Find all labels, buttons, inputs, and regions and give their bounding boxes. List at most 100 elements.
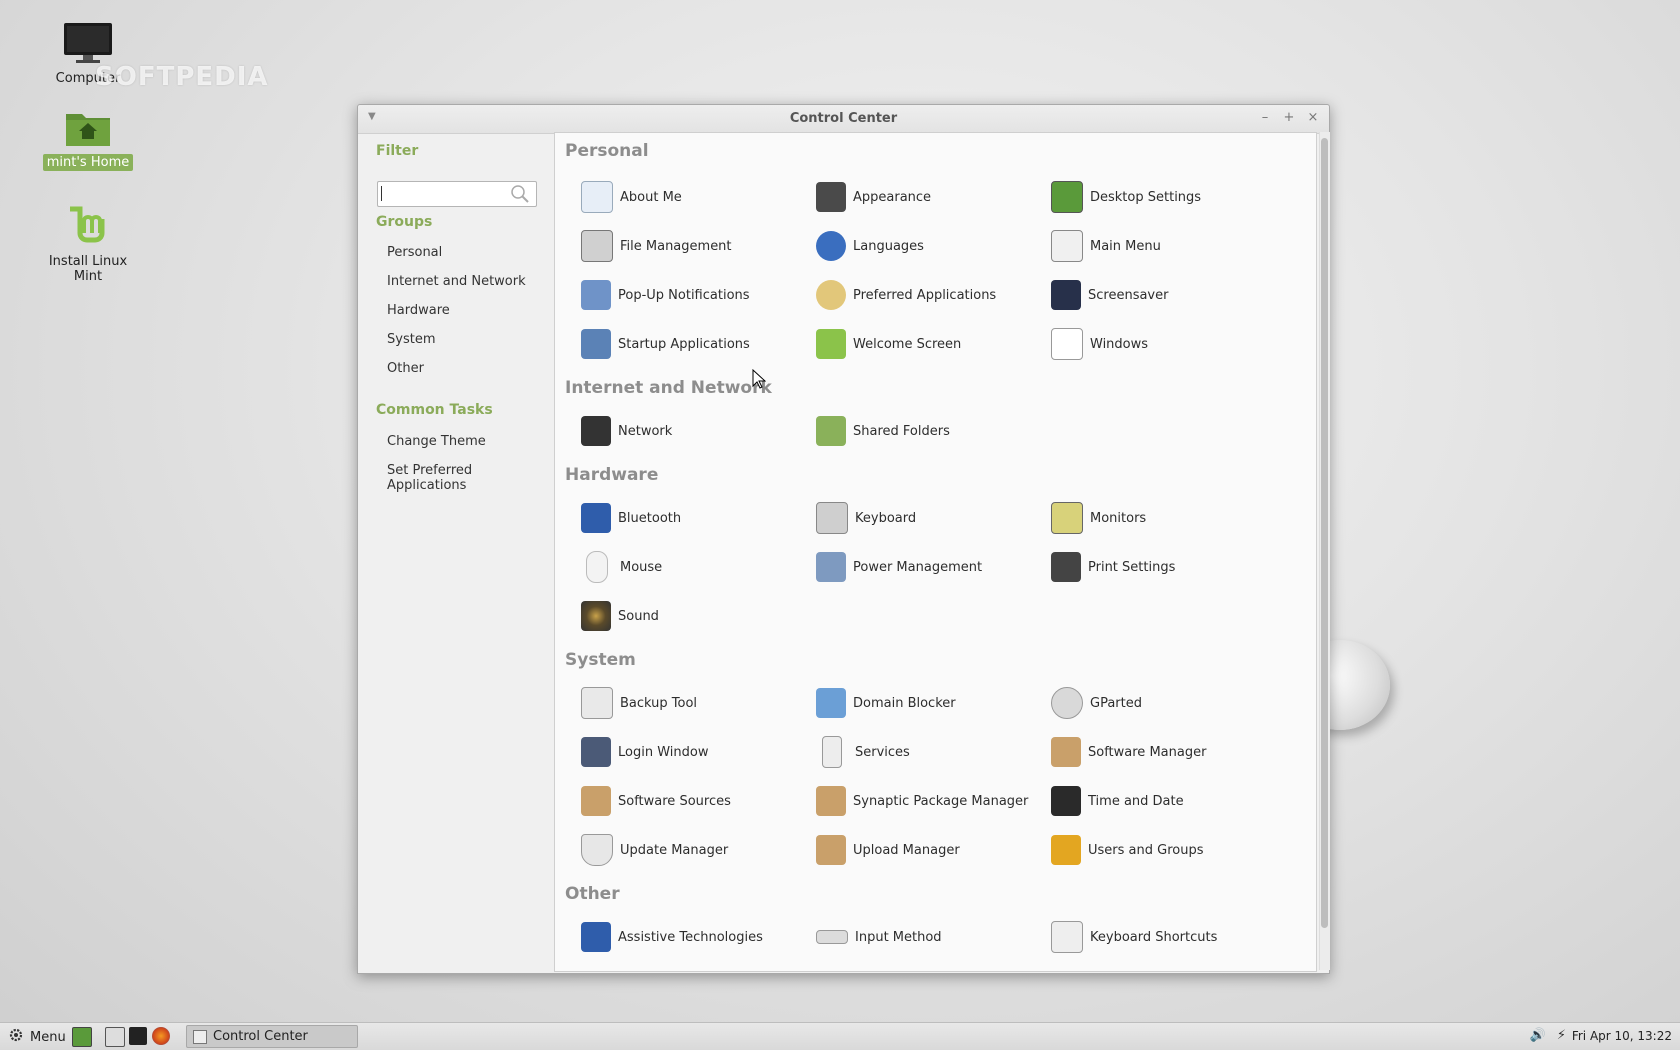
applet-popup-notifications[interactable]: Pop-Up Notifications [581, 279, 750, 311]
backup-icon [581, 687, 613, 719]
applet-domain-blocker[interactable]: Domain Blocker [816, 687, 956, 719]
home-folder-icon [33, 108, 143, 152]
applet-login-window[interactable]: Login Window [581, 736, 708, 768]
sidebar-item-internet-network[interactable]: Internet and Network [387, 274, 526, 289]
applet-welcome-screen[interactable]: Welcome Screen [816, 328, 961, 360]
volume-icon[interactable]: 🔊 [1530, 1028, 1546, 1043]
speaker-icon [581, 601, 611, 631]
minimize-button[interactable]: – [1257, 110, 1273, 126]
applet-monitors[interactable]: Monitors [1051, 502, 1146, 534]
applet-synaptic[interactable]: Synaptic Package Manager [816, 785, 1028, 817]
applet-windows[interactable]: Windows [1051, 328, 1148, 360]
applet-time-and-date[interactable]: Time and Date [1051, 785, 1184, 817]
mouse-cursor-icon [752, 368, 767, 393]
applet-appearance[interactable]: Appearance [816, 181, 931, 213]
search-icon [510, 184, 530, 208]
control-center-icon [193, 1029, 207, 1044]
keyboard-shortcuts-icon [1051, 921, 1083, 953]
about-me-icon [581, 181, 613, 213]
gparted-icon [1051, 687, 1083, 719]
desktop-icon-install[interactable]: Install Linux Mint [33, 205, 143, 285]
applet-mouse[interactable]: Mouse [581, 551, 662, 583]
domain-blocker-icon [816, 688, 846, 718]
accessibility-icon [581, 922, 611, 952]
applet-bluetooth[interactable]: Bluetooth [581, 502, 681, 534]
applet-keyboard-shortcuts[interactable]: Keyboard Shortcuts [1051, 921, 1217, 953]
applet-print-settings[interactable]: Print Settings [1051, 551, 1175, 583]
bluetooth-icon [581, 503, 611, 533]
sidebar-item-other[interactable]: Other [387, 361, 424, 376]
sidebar-item-system[interactable]: System [387, 332, 435, 347]
sidebar-item-personal[interactable]: Personal [387, 245, 442, 260]
taskbar-item-control-center[interactable]: Control Center [186, 1025, 358, 1048]
applet-assistive-technologies[interactable]: Assistive Technologies [581, 921, 763, 953]
applet-list: Personal About Me Appearance Desktop Set… [554, 132, 1317, 972]
applet-gparted[interactable]: GParted [1051, 687, 1142, 719]
keyboard-icon [816, 930, 848, 944]
filter-heading: Filter [376, 143, 419, 159]
category-heading-personal: Personal [565, 141, 649, 161]
sidebar-item-hardware[interactable]: Hardware [387, 303, 450, 318]
network-icon [581, 416, 611, 446]
applet-startup-applications[interactable]: Startup Applications [581, 328, 750, 360]
shared-folder-icon [816, 416, 846, 446]
firefox-icon[interactable] [152, 1027, 170, 1045]
applet-keyboard[interactable]: Keyboard [816, 502, 916, 534]
clock-icon [1051, 786, 1081, 816]
window-title: Control Center [789, 111, 898, 126]
applet-update-manager[interactable]: Update Manager [581, 834, 728, 866]
file-manager-icon[interactable] [105, 1027, 125, 1047]
applet-screensaver[interactable]: Screensaver [1051, 279, 1168, 311]
shield-icon [581, 834, 613, 866]
applet-about-me[interactable]: About Me [581, 181, 682, 213]
applet-sound[interactable]: Sound [581, 600, 659, 632]
maximize-button[interactable]: + [1281, 110, 1297, 126]
applet-power-management[interactable]: Power Management [816, 551, 982, 583]
search-input[interactable] [377, 181, 537, 207]
monitors-icon [1051, 502, 1083, 534]
applet-users-and-groups[interactable]: Users and Groups [1051, 834, 1203, 866]
applet-shared-folders[interactable]: Shared Folders [816, 415, 950, 447]
desktop-icon-home[interactable]: mint's Home [33, 108, 143, 171]
clock[interactable]: Fri Apr 10, 13:22 [1572, 1029, 1672, 1043]
category-heading-other: Other [565, 884, 620, 904]
close-button[interactable]: × [1305, 110, 1321, 126]
groups-heading: Groups [376, 214, 433, 230]
applet-software-manager[interactable]: Software Manager [1051, 736, 1206, 768]
window-titlebar[interactable]: ▼ Control Center – + × [358, 105, 1329, 134]
printer-icon [1051, 552, 1081, 582]
common-tasks-heading: Common Tasks [376, 402, 493, 418]
applet-file-management[interactable]: File Management [581, 230, 732, 262]
show-desktop-icon[interactable] [72, 1027, 92, 1047]
task-change-theme[interactable]: Change Theme [387, 434, 486, 449]
task-set-preferred-applications[interactable]: Set Preferred Applications [387, 463, 554, 493]
applet-desktop-settings[interactable]: Desktop Settings [1051, 181, 1201, 213]
desktop-icon-label: Install Linux Mint [48, 254, 128, 284]
applet-network[interactable]: Network [581, 415, 672, 447]
applet-languages[interactable]: Languages [816, 230, 924, 262]
applet-upload-manager[interactable]: Upload Manager [816, 834, 960, 866]
menu-button[interactable]: Menu [8, 1027, 66, 1047]
appearance-icon [816, 182, 846, 212]
applet-preferred-applications[interactable]: Preferred Applications [816, 279, 996, 311]
login-window-icon [581, 737, 611, 767]
applet-input-method[interactable]: Input Method [816, 921, 942, 953]
terminal-icon[interactable] [129, 1027, 147, 1045]
linux-mint-logo-icon [816, 329, 846, 359]
package-icon [581, 786, 611, 816]
screensaver-icon [1051, 280, 1081, 310]
applet-backup-tool[interactable]: Backup Tool [581, 687, 697, 719]
applet-main-menu[interactable]: Main Menu [1051, 230, 1161, 262]
applet-software-sources[interactable]: Software Sources [581, 785, 731, 817]
power-management-icon [816, 552, 846, 582]
mouse-icon [586, 551, 608, 583]
scrollbar[interactable] [1319, 132, 1330, 970]
file-management-icon [581, 230, 613, 262]
gear-icon [8, 1027, 24, 1047]
category-heading-hardware: Hardware [565, 465, 659, 485]
scrollbar-thumb[interactable] [1321, 138, 1328, 928]
network-tray-icon[interactable]: ⚡ [1557, 1028, 1566, 1043]
sidebar: Filter Groups Personal Internet and Netw… [358, 134, 554, 973]
applet-services[interactable]: Services [816, 736, 910, 768]
control-center-window: ▼ Control Center – + × Filter Groups Per… [357, 104, 1330, 974]
